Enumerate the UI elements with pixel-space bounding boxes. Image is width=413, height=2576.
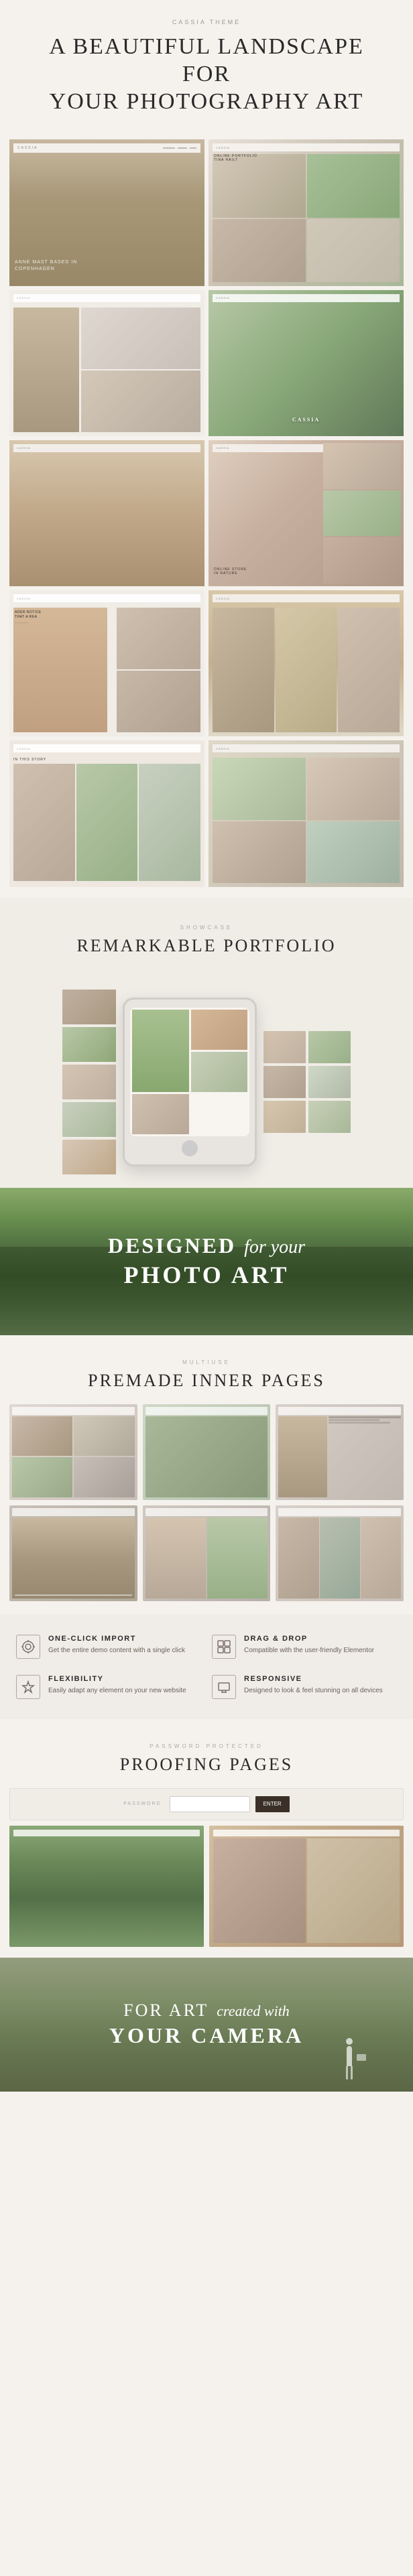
feature-one-click-title: ONE-CLICK IMPORT: [48, 1635, 185, 1643]
feature-drag-drop-title: DRAG & DROP: [244, 1635, 374, 1643]
inner-page-3: [276, 1404, 404, 1500]
bottom-banner: FOR ART created with YOUR CAMERA: [0, 1958, 413, 2092]
hero-section: CASSIA THEME A BEAUTIFUL LANDSCAPE FOR Y…: [0, 0, 413, 129]
screen-5: CASSIA: [9, 440, 204, 586]
tablet-home-button: [182, 1140, 198, 1156]
feature-responsive-text: RESPONSIVE Designed to look & feel stunn…: [244, 1675, 383, 1696]
hero-title: A BEAUTIFUL LANDSCAPE FOR YOUR PHOTOGRAP…: [27, 33, 386, 115]
figure-leg-right: [351, 2066, 353, 2080]
tablet-photo-2: [191, 1010, 248, 1050]
banner-designed: DESIGNED: [108, 1233, 236, 1258]
figure-leg-left: [346, 2066, 348, 2080]
screen-10: CASSIA: [209, 740, 404, 886]
feature-flexibility-text: FLEXIBILITY Easily adapt any element on …: [48, 1675, 186, 1696]
portfolio-right-grid: [263, 1031, 351, 1133]
password-input-mock: [170, 1796, 250, 1812]
hero-theme-label: CASSIA THEME: [27, 19, 386, 25]
drag-drop-icon: [212, 1635, 236, 1659]
screenshots-grid: CASSIA ANNE MAST based inCOPENHAGEN CASS…: [0, 129, 413, 897]
tablet-photo-main: [132, 1010, 189, 1092]
tablet-photo-4: [132, 1094, 189, 1134]
portfolio-right-6: [308, 1101, 351, 1133]
portfolio-thumb-5: [62, 1140, 116, 1174]
proofing-grid: PASSWORD ENTER: [9, 1788, 404, 1947]
portfolio-left-strip: [62, 990, 116, 1174]
responsive-icon: [212, 1675, 236, 1699]
hero-title-line1: A BEAUTIFUL LANDSCAPE FOR: [49, 34, 364, 86]
feature-drag-drop-desc: Compatible with the user-friendly Elemen…: [244, 1645, 374, 1655]
feature-responsive-desc: Designed to look & feel stunning on all …: [244, 1686, 383, 1696]
inner-page-4: [9, 1505, 137, 1601]
feature-responsive: RESPONSIVE Designed to look & feel stunn…: [212, 1675, 397, 1699]
proofing-label: PASSWORD PROTECTED: [9, 1743, 404, 1749]
inner-page-5: [143, 1505, 271, 1601]
screen-7: CASSIA ADER NOTICETHAT A REA: [9, 590, 204, 736]
flexibility-icon: [16, 1675, 40, 1699]
inner-page-6: [276, 1505, 404, 1601]
feature-drag-drop: DRAG & DROP Compatible with the user-fri…: [212, 1635, 397, 1659]
inner-page-2: [143, 1404, 271, 1500]
tablet-mockup: [123, 998, 257, 1166]
portfolio-right-3: [263, 1066, 306, 1098]
screen-4: CASSIA CASSIA: [209, 290, 404, 436]
feature-flexibility: FLEXIBILITY Easily adapt any element on …: [16, 1675, 201, 1699]
hero-title-line2: YOUR PHOTOGRAPHY ART: [50, 89, 364, 114]
screen-9: CASSIA IN THIS STORY: [9, 740, 204, 886]
showcase-section: SHOWCASE REMARKABLE PORTFOLIO: [0, 898, 413, 976]
proofing-photo-1: [9, 1826, 204, 1947]
feature-one-click-desc: Get the entire demo content with a singl…: [48, 1645, 185, 1655]
screen-2: CASSIA ONLINE PORTFOLIOTINA HAILT: [209, 139, 404, 285]
screen-6: CASSIA ONLINE STOREIN NATURE: [209, 440, 404, 586]
feature-flexibility-title: FLEXIBILITY: [48, 1675, 186, 1683]
banner-text: DESIGNED for your PHOTO ART: [108, 1233, 305, 1289]
password-form-mock: PASSWORD ENTER: [123, 1796, 289, 1812]
portfolio-right-5: [263, 1101, 306, 1133]
portfolio-thumb-3: [62, 1065, 116, 1099]
showcase-label: SHOWCASE: [13, 925, 400, 931]
password-button-mock: ENTER: [255, 1796, 290, 1812]
bottom-for-art: FOR ART: [123, 2001, 209, 2020]
feature-flexibility-desc: Easily adapt any element on your new web…: [48, 1686, 186, 1696]
portfolio-thumb-1: [62, 990, 116, 1024]
proofing-section: PASSWORD PROTECTED PROOFING PAGES PASSWO…: [0, 1719, 413, 1958]
tablet-screen: [130, 1008, 249, 1136]
screen-8: CASSIA: [209, 590, 404, 736]
feature-one-click-text: ONE-CLICK IMPORT Get the entire demo con…: [48, 1635, 185, 1655]
inner-pages-section: MULTIUSE PREMADE INNER PAGES: [0, 1335, 413, 1615]
inner-page-1: [9, 1404, 137, 1500]
inner-pages-title: PREMADE INNER PAGES: [9, 1371, 404, 1391]
inner-pages-grid: [9, 1404, 404, 1601]
figure-body: [347, 2046, 352, 2066]
portfolio-showcase: [0, 976, 413, 1188]
proofing-password-row: PASSWORD ENTER: [9, 1788, 404, 1820]
figure-head: [346, 2038, 353, 2045]
portfolio-thumb-4: [62, 1102, 116, 1137]
figure-legs: [339, 2066, 359, 2080]
proofing-photo-2: [209, 1826, 404, 1947]
feature-responsive-title: RESPONSIVE: [244, 1675, 383, 1683]
bottom-your-camera: YOUR CAMERA: [109, 2023, 304, 2048]
portfolio-right-1: [263, 1031, 306, 1063]
figure-camera: [357, 2054, 366, 2061]
tablet-photo-3: [191, 1052, 248, 1092]
screen-3: CASSIA: [9, 290, 204, 436]
screen-1: CASSIA ANNE MAST based inCOPENHAGEN: [9, 139, 204, 285]
showcase-title: REMARKABLE PORTFOLIO: [13, 936, 400, 956]
figure-silhouette: [339, 2038, 359, 2078]
banner-photo-art: PHOTO ART: [108, 1261, 305, 1289]
bottom-created-with: created with: [217, 2003, 290, 2019]
features-section: ONE-CLICK IMPORT Get the entire demo con…: [0, 1615, 413, 1719]
photo-art-banner: DESIGNED for your PHOTO ART: [0, 1188, 413, 1335]
portfolio-right-4: [308, 1066, 351, 1098]
inner-pages-label: MULTIUSE: [9, 1359, 404, 1365]
feature-drag-drop-text: DRAG & DROP Compatible with the user-fri…: [244, 1635, 374, 1655]
portfolio-right-2: [308, 1031, 351, 1063]
proofing-title: PROOFING PAGES: [9, 1755, 404, 1775]
banner-for-your: for your: [244, 1237, 305, 1258]
one-click-icon: [16, 1635, 40, 1659]
portfolio-thumb-2: [62, 1027, 116, 1062]
bottom-banner-text: FOR ART created with YOUR CAMERA: [109, 2001, 304, 2048]
feature-one-click-import: ONE-CLICK IMPORT Get the entire demo con…: [16, 1635, 201, 1659]
